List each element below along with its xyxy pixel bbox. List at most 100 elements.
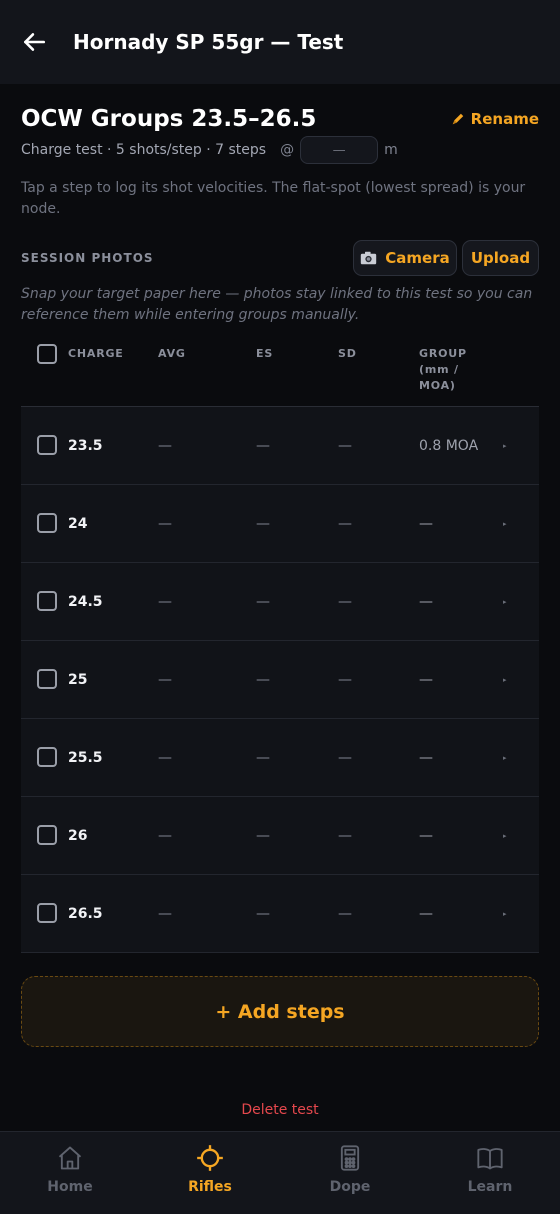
calculator-icon: [336, 1144, 364, 1172]
row-chevron-icon: ▸: [503, 910, 507, 918]
upload-label: Upload: [470, 249, 531, 267]
cell-sd: —: [338, 750, 352, 766]
header-group: GROUP (mm / MOA): [419, 346, 467, 394]
upload-button[interactable]: Upload: [462, 240, 539, 276]
arrow-left-icon: [24, 33, 46, 51]
cell-charge: 25: [68, 672, 88, 688]
cell-group: —: [419, 750, 433, 766]
test-title: OCW Groups 23.5–26.5: [21, 106, 317, 132]
cell-charge: 24: [68, 516, 88, 532]
table-row[interactable]: 26.5 — — — — ▸: [21, 875, 539, 953]
row-chevron-icon: ▸: [503, 442, 507, 450]
row-chevron-icon: ▸: [503, 754, 507, 762]
cell-charge: 26.5: [68, 906, 103, 922]
cell-group: —: [419, 594, 433, 610]
row-chevron-icon: ▸: [503, 832, 507, 840]
table-row[interactable]: 24 — — — — ▸: [21, 485, 539, 563]
table-row[interactable]: 23.5 — — — 0.8 MOA ▸: [21, 407, 539, 485]
row-checkbox[interactable]: [37, 903, 57, 923]
nav-label-home: Home: [47, 1179, 93, 1195]
cell-avg: —: [158, 594, 172, 610]
test-meta: Charge test · 5 shots/step · 7 steps: [21, 142, 267, 158]
cell-group: —: [419, 906, 433, 922]
photos-hint: Snap your target paper here — photos sta…: [21, 286, 533, 323]
cell-es: —: [256, 906, 270, 922]
table-row[interactable]: 26 — — — — ▸: [21, 797, 539, 875]
cell-es: —: [256, 594, 270, 610]
cell-charge: 24.5: [68, 594, 103, 610]
cell-avg: —: [158, 672, 172, 688]
book-icon: [476, 1144, 504, 1172]
nav-label-rifles: Rifles: [188, 1179, 232, 1195]
cell-group: 0.8 MOA: [419, 438, 479, 454]
cell-sd: —: [338, 906, 352, 922]
cell-avg: —: [158, 906, 172, 922]
distance-input[interactable]: [300, 136, 379, 164]
steps-table: CHARGE AVG ES SD GROUP (mm / MOA) 23.5 — —…: [21, 334, 539, 953]
crosshair-icon: [196, 1144, 224, 1172]
session-photos-label: SESSION PHOTOS: [21, 251, 154, 265]
cell-avg: —: [158, 516, 172, 532]
test-meta-row: Charge test · 5 shots/step · 7 steps @ m: [21, 136, 398, 164]
nav-item-rifles[interactable]: Rifles: [140, 1132, 280, 1214]
cell-sd: —: [338, 438, 352, 454]
row-chevron-icon: ▸: [503, 520, 507, 528]
test-hint: Tap a step to log its shot velocities. T…: [21, 180, 526, 217]
cell-sd: —: [338, 516, 352, 532]
header-avg: AVG: [158, 347, 186, 360]
cell-avg: —: [158, 438, 172, 454]
camera-label: Camera: [385, 249, 450, 267]
cell-group: —: [419, 516, 433, 532]
bottom-nav: Home Rifles Dope Learn: [0, 1131, 560, 1214]
row-checkbox[interactable]: [37, 747, 57, 767]
nav-item-dope[interactable]: Dope: [280, 1132, 420, 1214]
pencil-icon: [452, 113, 463, 125]
cell-charge: 26: [68, 828, 88, 844]
cell-es: —: [256, 438, 270, 454]
nav-label-dope: Dope: [329, 1179, 371, 1195]
cell-es: —: [256, 516, 270, 532]
cell-avg: —: [158, 750, 172, 766]
header-group-line3: MOA): [419, 379, 456, 392]
header-group-line1: GROUP: [419, 347, 467, 360]
at-symbol: @: [280, 142, 295, 158]
header-sd: SD: [338, 347, 357, 360]
home-icon: [56, 1144, 84, 1172]
cell-sd: —: [338, 594, 352, 610]
app-bar: Hornady SP 55gr — Test: [0, 0, 560, 84]
header-group-line2: (mm /: [419, 363, 459, 376]
row-chevron-icon: ▸: [503, 598, 507, 606]
cell-sd: —: [338, 828, 352, 844]
rename-button[interactable]: Rename: [451, 110, 539, 128]
row-checkbox[interactable]: [37, 825, 57, 845]
cell-charge: 25.5: [68, 750, 103, 766]
header-es: ES: [256, 347, 274, 360]
nav-item-home[interactable]: Home: [0, 1132, 140, 1214]
cell-es: —: [256, 828, 270, 844]
row-checkbox[interactable]: [37, 513, 57, 533]
camera-button[interactable]: Camera: [353, 240, 457, 276]
cell-charge: 23.5: [68, 438, 103, 454]
cell-group: —: [419, 828, 433, 844]
row-checkbox[interactable]: [37, 669, 57, 689]
add-steps-button[interactable]: + Add steps: [21, 976, 539, 1047]
back-button[interactable]: [18, 26, 50, 58]
table-row[interactable]: 25 — — — — ▸: [21, 641, 539, 719]
nav-item-learn[interactable]: Learn: [420, 1132, 560, 1214]
row-chevron-icon: ▸: [503, 676, 507, 684]
cell-group: —: [419, 672, 433, 688]
row-checkbox[interactable]: [37, 591, 57, 611]
cell-es: —: [256, 750, 270, 766]
select-all-checkbox[interactable]: [37, 344, 57, 364]
delete-test-button[interactable]: Delete test: [0, 1102, 560, 1118]
nav-label-learn: Learn: [467, 1179, 513, 1195]
app-bar-title: Hornady SP 55gr — Test: [73, 30, 344, 54]
table-row[interactable]: 25.5 — — — — ▸: [21, 719, 539, 797]
table-row[interactable]: 24.5 — — — — ▸: [21, 563, 539, 641]
cell-avg: —: [158, 828, 172, 844]
row-checkbox[interactable]: [37, 435, 57, 455]
rename-label: Rename: [470, 110, 539, 128]
camera-icon: [361, 251, 377, 265]
header-charge: CHARGE: [68, 347, 124, 360]
cell-sd: —: [338, 672, 352, 688]
